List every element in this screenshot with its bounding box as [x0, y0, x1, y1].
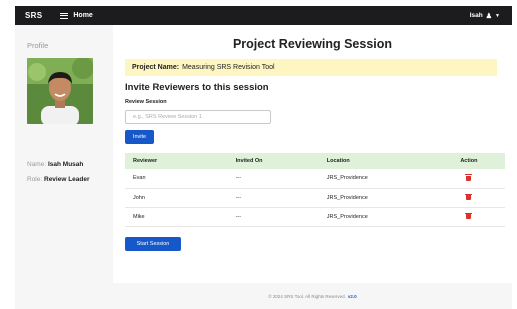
profile-name: Name: Isah Musah — [27, 161, 83, 168]
header-action: Action — [432, 153, 505, 169]
review-session-label: Review Session — [125, 99, 167, 105]
profile-sidebar: Profile Name: Isah Musah Role: Review Le… — [15, 25, 113, 309]
role-label: Role: — [27, 176, 43, 183]
header-location: Location — [318, 153, 433, 169]
invited-on: --- — [227, 169, 319, 189]
project-name-label: Project Name: — [132, 64, 180, 71]
project-name-value: Measuring SRS Revision Tool — [182, 64, 275, 71]
user-name: Isah — [469, 12, 483, 19]
home-link[interactable]: Home — [73, 12, 92, 19]
action-cell — [432, 207, 505, 227]
location: JRS_Providence — [318, 207, 433, 227]
table-header-row: Reviewer Invited On Location Action — [125, 153, 505, 169]
project-name-banner: Project Name: Measuring SRS Revision Too… — [125, 59, 497, 76]
location: JRS_Providence — [318, 188, 433, 208]
table-row: Mike --- JRS_Providence — [125, 207, 505, 227]
trash-icon[interactable] — [465, 193, 473, 200]
invited-on: --- — [227, 188, 319, 208]
table-row: John --- JRS_Providence — [125, 188, 505, 208]
name-value: Isah Musah — [47, 161, 84, 168]
avatar-photo — [27, 58, 93, 124]
profile-title: Profile — [27, 41, 49, 50]
caret-down-icon: ▼ — [495, 12, 500, 19]
main-content: Project Reviewing Session Project Name: … — [113, 25, 512, 309]
start-session-button[interactable]: Start Session — [125, 237, 181, 251]
user-icon: ♟ — [485, 12, 493, 20]
profile-role: Role: Review Leader — [27, 176, 90, 183]
invite-button[interactable]: Invite — [125, 130, 154, 144]
role-value: Review Leader — [44, 176, 90, 183]
reviewer-name: John — [125, 188, 228, 208]
page-title: Project Reviewing Session — [232, 37, 393, 51]
location: JRS_Providence — [318, 169, 433, 189]
reviewer-name: Evan — [125, 169, 228, 189]
reviewers-table: Reviewer Invited On Location Action Evan… — [125, 153, 505, 227]
avatar — [27, 58, 93, 124]
review-session-input[interactable] — [125, 110, 271, 124]
trash-icon[interactable] — [465, 212, 473, 219]
reviewer-name: Mike — [125, 207, 228, 227]
header-reviewer: Reviewer — [125, 153, 228, 169]
header-invited-on: Invited On — [227, 153, 319, 169]
invited-on: --- — [227, 207, 319, 227]
version-link[interactable]: v2.0 — [348, 294, 357, 299]
table-row: Evan --- JRS_Providence — [125, 169, 505, 189]
action-cell — [432, 169, 505, 189]
trash-icon[interactable] — [465, 174, 473, 181]
invite-heading: Invite Reviewers to this session — [125, 82, 269, 93]
footer-text: © 2024 SRS Tool. All Rights Reserved. — [268, 293, 346, 299]
brand-logo[interactable]: SRS — [25, 11, 42, 20]
user-menu[interactable]: Isah ♟ ▼ — [470, 12, 500, 20]
name-label: Name: — [27, 161, 47, 168]
hamburger-menu-icon[interactable] — [60, 12, 69, 19]
action-cell — [432, 188, 505, 208]
top-navbar: SRS Home Isah ♟ ▼ — [15, 6, 512, 25]
footer: © 2024 SRS Tool. All Rights Reserved. v2… — [113, 283, 512, 309]
